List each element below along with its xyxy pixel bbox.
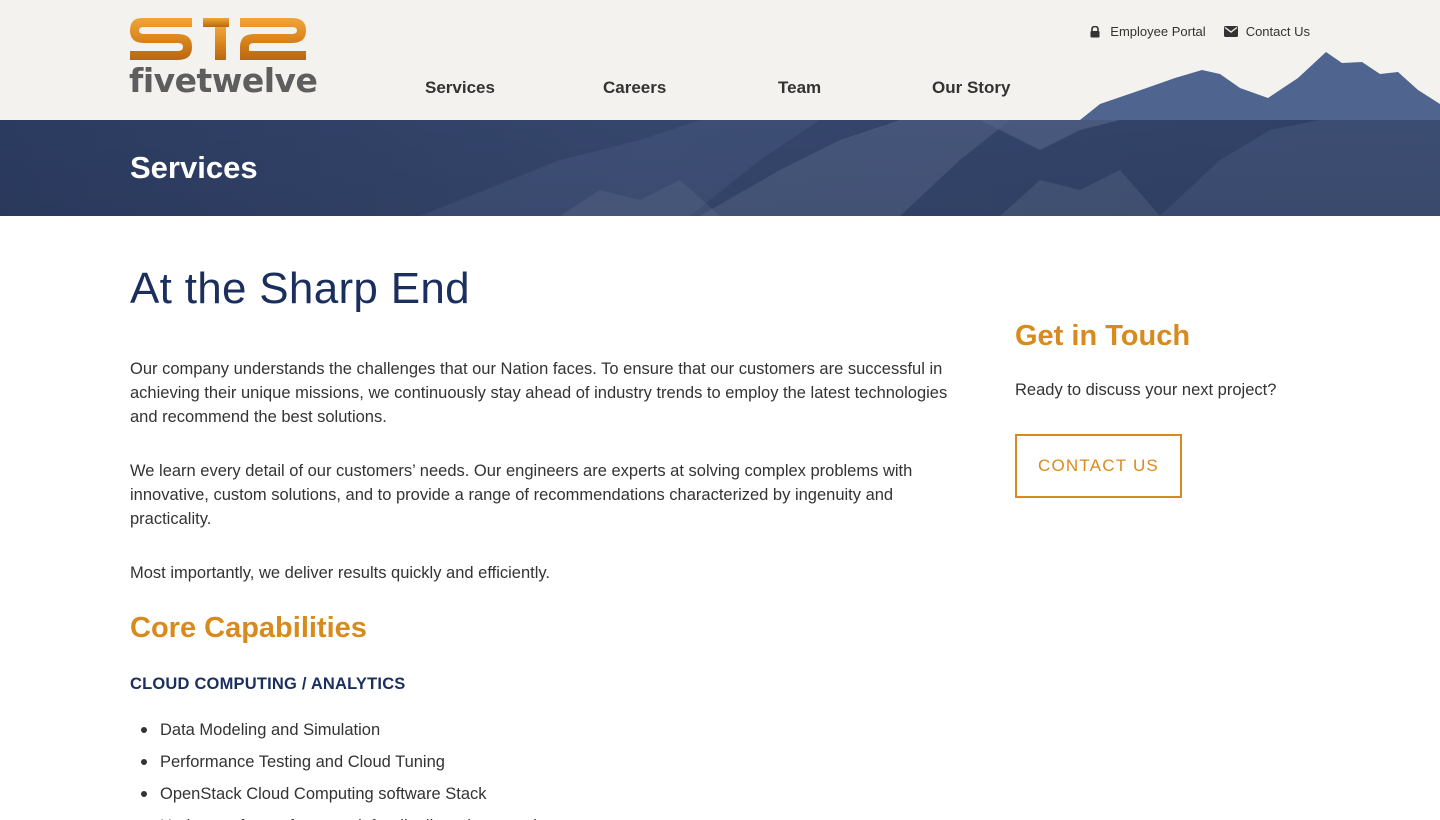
list-item: Hadoop software framework for distribute…: [160, 810, 555, 820]
get-in-touch-heading: Get in Touch: [1015, 320, 1191, 352]
nav-item-team[interactable]: Team: [778, 78, 821, 98]
core-capabilities-heading: Core Capabilities: [130, 612, 367, 644]
employee-portal-link[interactable]: Employee Portal: [1088, 24, 1206, 39]
logo-wordmark: fivetwelve: [129, 61, 318, 100]
lock-icon: [1088, 25, 1102, 39]
list-item: OpenStack Cloud Computing software Stack: [140, 778, 555, 810]
employee-portal-label: Employee Portal: [1110, 24, 1206, 39]
512-logo-mark-icon: [130, 18, 306, 60]
utility-nav: Employee Portal Contact Us: [1088, 24, 1310, 39]
intro-paragraph-2: We learn every detail of our customers’ …: [130, 462, 913, 528]
header-mountain-graphic: [1080, 52, 1440, 120]
nav-item-our-story[interactable]: Our Story: [932, 78, 1010, 98]
page-title: Services: [130, 150, 258, 185]
envelope-icon: [1223, 25, 1238, 39]
page-banner: Services: [0, 120, 1440, 216]
site-header: fivetwelve Employee Portal Contact Us Se…: [0, 0, 1440, 120]
get-in-touch-text: Ready to discuss your next project?: [1015, 381, 1277, 399]
intro-paragraph-3: Most importantly, we deliver results qui…: [130, 564, 551, 582]
contact-us-button[interactable]: CONTACT US: [1015, 434, 1182, 498]
capability-subheading: CLOUD COMPUTING / ANALYTICS: [130, 675, 406, 693]
list-item: Performance Testing and Cloud Tuning: [140, 746, 555, 778]
main-heading: At the Sharp End: [130, 264, 470, 313]
list-item: Data Modeling and Simulation: [140, 714, 555, 746]
nav-item-careers[interactable]: Careers: [603, 78, 666, 98]
contact-us-label: Contact Us: [1245, 24, 1310, 39]
contact-us-link[interactable]: Contact Us: [1223, 24, 1310, 39]
nav-item-services[interactable]: Services: [425, 78, 495, 98]
site-logo[interactable]: fivetwelve: [129, 18, 318, 102]
intro-paragraph-1: Our company understands the challenges t…: [130, 360, 948, 426]
capability-list: Data Modeling and Simulation Performance…: [140, 714, 555, 820]
